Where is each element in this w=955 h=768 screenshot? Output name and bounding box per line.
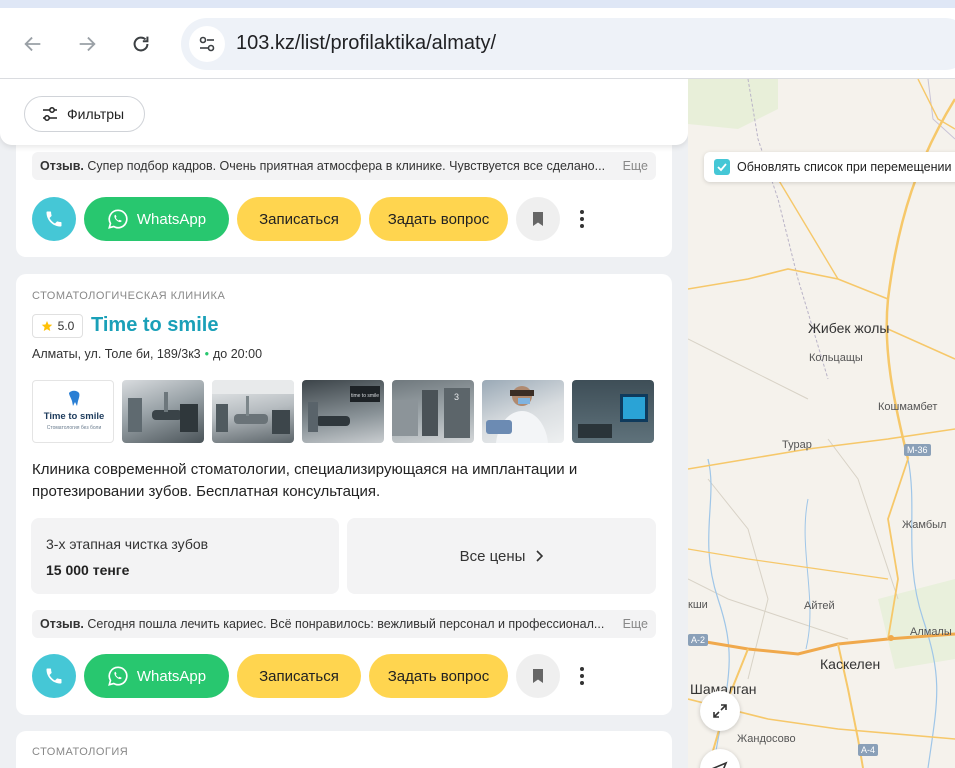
review-snippet[interactable]: Отзыв. Сегодня пошла лечить кариес. Всё …: [32, 610, 656, 638]
clinic-category: стоматологическая клиника: [32, 290, 226, 302]
checkbox-checked-icon[interactable]: [714, 159, 730, 175]
listing-panel: Фильтры Отзыв. Супер подбор кадров. Очен…: [0, 79, 688, 768]
logo-title: Time to smile: [44, 411, 105, 422]
review-text: Супер подбор кадров. Очень приятная атмо…: [87, 159, 606, 173]
clinic-card: стоматологическая клиника 5.0 Time to sm…: [16, 274, 672, 715]
review-more-link[interactable]: Еще: [616, 152, 648, 180]
card-actions: WhatsApp Записаться Задать вопрос: [32, 197, 594, 241]
review-text: Сегодня пошла лечить кариес. Всё понрави…: [87, 617, 605, 631]
road-shield: А-4: [858, 744, 879, 756]
rating-badge: 5.0: [32, 314, 83, 338]
phone-icon: [46, 668, 62, 684]
review-more-link[interactable]: Еще: [616, 610, 648, 638]
site-settings-icon[interactable]: [189, 26, 225, 62]
more-options-button[interactable]: [570, 197, 594, 241]
price-value: 15 000 тенге: [46, 562, 130, 578]
road-shield: М-36: [904, 444, 931, 456]
call-button[interactable]: [32, 197, 76, 241]
whatsapp-label: WhatsApp: [136, 667, 207, 685]
phone-icon: [46, 211, 62, 227]
whatsapp-icon: [108, 666, 128, 686]
map-label: Кольцащы: [809, 352, 863, 364]
bookmark-button[interactable]: [516, 197, 560, 241]
arrow-right-icon: [79, 36, 96, 52]
bookmark-icon: [533, 669, 543, 683]
more-options-button[interactable]: [570, 654, 594, 698]
whatsapp-label: WhatsApp: [136, 210, 207, 228]
map-label: Каскелен: [820, 656, 881, 672]
clinic-photo[interactable]: [482, 380, 564, 443]
back-button[interactable]: [15, 26, 51, 62]
book-button[interactable]: Записаться: [237, 197, 361, 241]
clinic-category: стоматология: [32, 746, 129, 758]
bookmark-icon: [533, 212, 543, 226]
book-button[interactable]: Записаться: [237, 654, 361, 698]
address-text: Алматы, ул. Толе би, 189/3к3: [32, 347, 201, 361]
review-snippet[interactable]: Отзыв. Супер подбор кадров. Очень приятн…: [32, 152, 656, 180]
star-icon: [41, 321, 52, 331]
url-text[interactable]: 103.kz/list/profilaktika/almaty/: [236, 32, 496, 55]
filter-bar: Фильтры: [0, 79, 688, 145]
all-prices-button[interactable]: Все цены: [347, 518, 656, 594]
bookmark-button[interactable]: [516, 654, 560, 698]
call-button[interactable]: [32, 654, 76, 698]
more-vertical-icon: [580, 667, 584, 685]
clinic-description: Клиника современной стоматологии, специа…: [32, 461, 578, 500]
forward-button[interactable]: [69, 26, 105, 62]
browser-tab-strip: [0, 0, 955, 8]
map-panel[interactable]: Обновлять список при перемещении Жибек ж…: [688, 79, 955, 768]
update-on-move-toggle[interactable]: Обновлять список при перемещении: [704, 152, 955, 182]
clinic-address: Алматы, ул. Толе би, 189/3к3 • до 20:00: [32, 347, 262, 361]
whatsapp-icon: [108, 209, 128, 229]
clinic-photo[interactable]: [122, 380, 204, 443]
price-item[interactable]: 3-х этапная чистка зубов 15 000 тенге: [31, 518, 339, 594]
map-label: Айтей: [804, 600, 835, 612]
filters-label: Фильтры: [67, 106, 125, 122]
whatsapp-button[interactable]: WhatsApp: [84, 654, 229, 698]
clinic-title[interactable]: Time to smile: [91, 314, 218, 337]
clinic-photo[interactable]: [212, 380, 294, 443]
card-actions: WhatsApp Записаться Задать вопрос: [32, 654, 594, 698]
filters-button[interactable]: Фильтры: [24, 96, 146, 132]
photo-gallery: Time to smile Стоматология без боли time…: [32, 380, 654, 443]
price-service-name: 3-х этапная чистка зубов: [46, 536, 209, 552]
svg-text:time to smile: time to smile: [351, 393, 379, 399]
fullscreen-button[interactable]: [700, 691, 740, 731]
road-shield: А-2: [688, 634, 709, 646]
expand-icon: [713, 704, 727, 718]
clinic-photo[interactable]: time to smile: [302, 380, 384, 443]
map-label: Алмалы: [910, 626, 952, 638]
navigation-arrow-icon: [712, 761, 728, 768]
clinic-photo[interactable]: 3: [392, 380, 474, 443]
open-status-dot: •: [204, 347, 210, 361]
map-label: Кошмамбет: [878, 401, 938, 413]
clinic-photo[interactable]: [572, 380, 654, 443]
arrow-left-icon: [24, 36, 41, 52]
more-vertical-icon: [580, 210, 584, 228]
review-prefix: Отзыв.: [40, 617, 84, 631]
ask-question-button[interactable]: Задать вопрос: [369, 197, 508, 241]
map-label: Жибек жолы: [808, 320, 890, 336]
whatsapp-button[interactable]: WhatsApp: [84, 197, 229, 241]
map-label: Жандосово: [737, 733, 796, 745]
map-label: Турар: [782, 439, 812, 451]
rating-value: 5.0: [57, 319, 75, 333]
map-label: Жамбыл: [902, 519, 947, 531]
logo-subtitle: Стоматология без боли: [47, 425, 102, 431]
working-hours: до 20:00: [213, 347, 263, 361]
address-bar[interactable]: 103.kz/list/profilaktika/almaty/: [181, 18, 955, 70]
update-on-move-label: Обновлять список при перемещении: [737, 160, 952, 174]
map-label: кши: [688, 599, 708, 611]
reload-icon: [133, 36, 149, 52]
clinic-logo[interactable]: Time to smile Стоматология без боли: [32, 380, 114, 443]
chevron-right-icon: [536, 550, 544, 562]
sliders-icon: [43, 107, 57, 121]
all-prices-label: Все цены: [459, 547, 526, 565]
browser-toolbar: 103.kz/list/profilaktika/almaty/: [0, 0, 955, 79]
review-prefix: Отзыв.: [40, 159, 84, 173]
ask-question-button[interactable]: Задать вопрос: [369, 654, 508, 698]
svg-text:3: 3: [454, 392, 459, 402]
reload-button[interactable]: [123, 26, 159, 62]
clinic-card-next: стоматология: [16, 731, 672, 768]
